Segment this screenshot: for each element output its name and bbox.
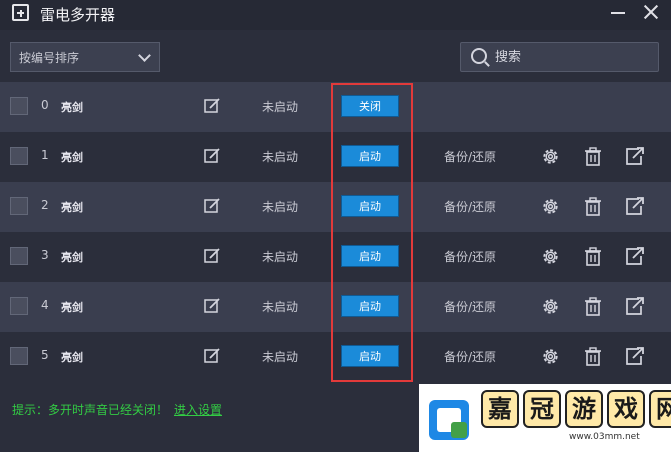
site-watermark: 嘉 冠 游 戏 网 www.03mm.net xyxy=(419,384,671,452)
start-button[interactable]: 启动 xyxy=(341,245,399,267)
sort-dropdown-label: 按编号排序 xyxy=(19,50,80,65)
trash-icon[interactable] xyxy=(584,247,602,266)
shortcut-export-icon[interactable] xyxy=(625,147,645,166)
trash-icon[interactable] xyxy=(584,297,602,316)
instance-row: 2 亮剑 未启动 启动 备份/还原 xyxy=(0,182,671,232)
watermark-url: www.03mm.net xyxy=(569,432,640,442)
gear-icon[interactable] xyxy=(541,347,560,366)
shortcut-export-icon[interactable] xyxy=(625,297,645,316)
site-logo-icon xyxy=(429,400,469,440)
edit-icon[interactable] xyxy=(204,98,220,114)
row-checkbox[interactable] xyxy=(10,347,28,365)
instance-row: 1 亮剑 未启动 启动 备份/还原 xyxy=(0,132,671,182)
instance-index: 2 xyxy=(41,198,49,212)
close-icon[interactable] xyxy=(643,4,659,20)
instance-index: 5 xyxy=(41,348,49,362)
instance-status: 未启动 xyxy=(262,350,299,364)
watermark-char: 戏 xyxy=(607,390,645,428)
backup-restore-link[interactable]: 备份/还原 xyxy=(444,248,496,265)
trash-icon[interactable] xyxy=(584,147,602,166)
instance-status: 未启动 xyxy=(262,100,299,114)
backup-restore-link[interactable]: 备份/还原 xyxy=(444,198,496,215)
instance-name: 亮剑 xyxy=(61,101,83,114)
start-button[interactable]: 启动 xyxy=(341,195,399,217)
title-bar: 雷电多开器 xyxy=(0,0,671,30)
shortcut-export-icon[interactable] xyxy=(625,197,645,216)
backup-restore-link[interactable]: 备份/还原 xyxy=(444,298,496,315)
sort-dropdown[interactable]: 按编号排序 xyxy=(10,42,160,72)
watermark-char: 游 xyxy=(565,390,603,428)
search-icon[interactable] xyxy=(471,48,487,64)
instance-name: 亮剑 xyxy=(61,201,83,214)
instance-row: 4 亮剑 未启动 启动 备份/还原 xyxy=(0,282,671,332)
row-checkbox[interactable] xyxy=(10,97,28,115)
chevron-down-icon xyxy=(138,49,151,62)
edit-icon[interactable] xyxy=(204,298,220,314)
search-input[interactable] xyxy=(495,46,645,68)
row-checkbox[interactable] xyxy=(10,197,28,215)
edit-icon[interactable] xyxy=(204,348,220,364)
watermark-text: 嘉 冠 游 戏 网 xyxy=(481,390,671,428)
shortcut-export-icon[interactable] xyxy=(625,347,645,366)
watermark-char: 网 xyxy=(649,390,671,428)
app-logo-icon xyxy=(12,4,29,21)
window-title: 雷电多开器 xyxy=(40,6,116,24)
instance-name: 亮剑 xyxy=(61,251,83,264)
instance-name: 亮剑 xyxy=(61,151,83,164)
instance-name: 亮剑 xyxy=(61,351,83,364)
instance-name: 亮剑 xyxy=(61,301,83,314)
edit-icon[interactable] xyxy=(204,148,220,164)
start-button[interactable]: 启动 xyxy=(341,145,399,167)
instance-index: 0 xyxy=(41,98,49,112)
instance-index: 3 xyxy=(41,248,49,262)
instance-status: 未启动 xyxy=(262,300,299,314)
gear-icon[interactable] xyxy=(541,297,560,316)
row-checkbox[interactable] xyxy=(10,247,28,265)
backup-restore-link[interactable]: 备份/还原 xyxy=(444,148,496,165)
minimize-icon[interactable] xyxy=(611,12,625,14)
row-checkbox[interactable] xyxy=(10,147,28,165)
row-checkbox[interactable] xyxy=(10,297,28,315)
gear-icon[interactable] xyxy=(541,247,560,266)
watermark-char: 嘉 xyxy=(481,390,519,428)
gear-icon[interactable] xyxy=(541,147,560,166)
start-button[interactable]: 启动 xyxy=(341,295,399,317)
instance-list: 0 亮剑 未启动 关闭 1 亮剑 未启动 启动 备份/还原 2 亮剑 未启动 启动 备份/还原 3 亮剑 未启动… xyxy=(0,82,671,382)
watermark-char: 冠 xyxy=(523,390,561,428)
backup-restore-link[interactable]: 备份/还原 xyxy=(444,348,496,365)
instance-row: 5 亮剑 未启动 启动 备份/还原 xyxy=(0,332,671,382)
instance-status: 未启动 xyxy=(262,150,299,164)
settings-link[interactable]: 进入设置 xyxy=(174,401,222,418)
tip-text: 提示：多开时声音已经关闭！ xyxy=(12,403,169,417)
instance-row: 0 亮剑 未启动 关闭 xyxy=(0,82,671,132)
stop-button[interactable]: 关闭 xyxy=(341,95,399,117)
trash-icon[interactable] xyxy=(584,197,602,216)
trash-icon[interactable] xyxy=(584,347,602,366)
start-button[interactable]: 启动 xyxy=(341,345,399,367)
toolbar: 按编号排序 xyxy=(0,30,671,82)
instance-status: 未启动 xyxy=(262,250,299,264)
edit-icon[interactable] xyxy=(204,248,220,264)
edit-icon[interactable] xyxy=(204,198,220,214)
instance-index: 4 xyxy=(41,298,49,312)
gear-icon[interactable] xyxy=(541,197,560,216)
instance-row: 3 亮剑 未启动 启动 备份/还原 xyxy=(0,232,671,282)
instance-status: 未启动 xyxy=(262,200,299,214)
shortcut-export-icon[interactable] xyxy=(625,247,645,266)
instance-index: 1 xyxy=(41,148,49,162)
search-box[interactable] xyxy=(460,42,659,72)
